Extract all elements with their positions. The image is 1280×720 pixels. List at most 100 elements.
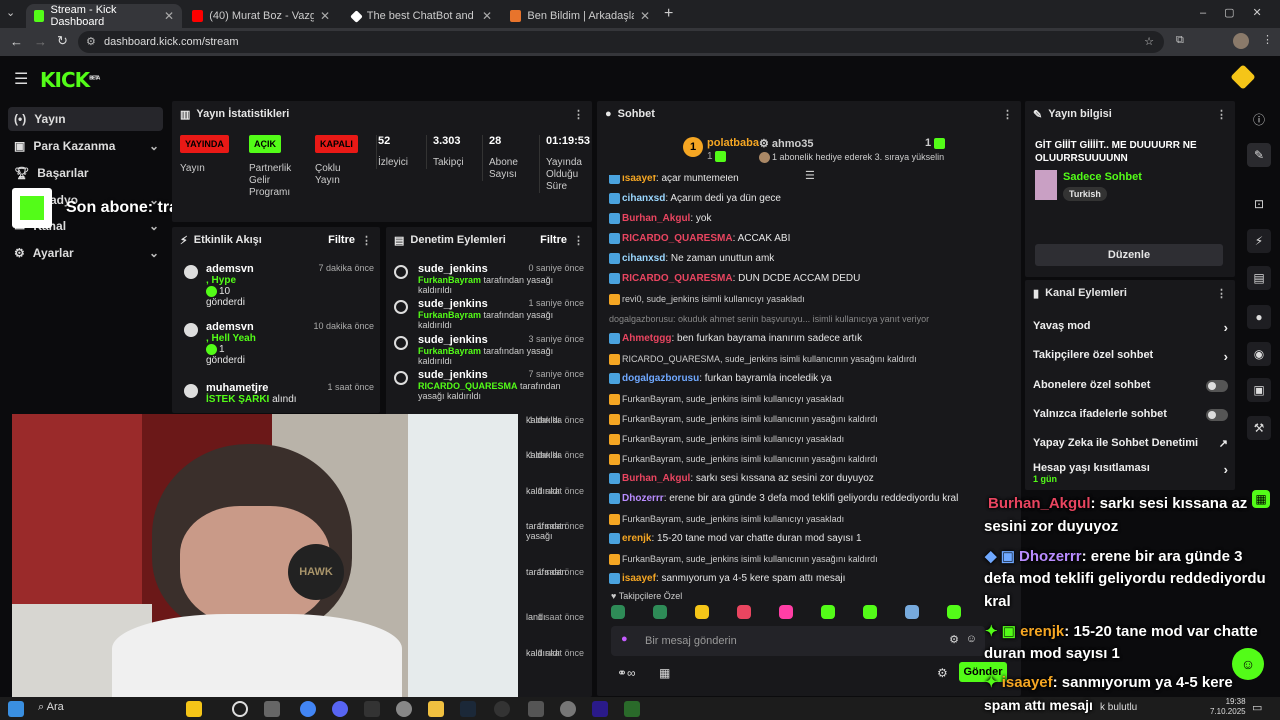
chat-username[interactable]: Dhozerrr (622, 493, 664, 504)
lightning-icon[interactable]: ⚡︎ (1247, 229, 1271, 253)
tab-chatbot[interactable]: The best ChatBot and Widgets ✕ (344, 4, 500, 28)
ai-moderation-option[interactable]: Yapay Zeka ile Sohbet Denetimi ↗ (1033, 437, 1228, 450)
store-icon[interactable]: ▦ (659, 666, 670, 680)
tab-search-icon[interactable]: ⌄ (6, 6, 15, 19)
modlog-filter-button[interactable]: Filtre (540, 234, 567, 246)
emote-icon[interactable] (863, 605, 877, 619)
slow-mode-option[interactable]: Yavaş mod › (1033, 320, 1228, 335)
mod-action-message[interactable]: FurkanBayram, sude_jenkins isimli kullan… (609, 391, 1009, 407)
sidebar-item-ayarlar[interactable]: ⚙ Ayarlar ⌄ (8, 241, 163, 265)
obs-icon[interactable] (396, 701, 412, 717)
close-tab-icon[interactable]: ✕ (640, 9, 650, 23)
url-input[interactable]: ⚙ dashboard.kick.com/stream ☆ (78, 31, 1164, 53)
chat-username[interactable]: isaayef (622, 175, 656, 184)
hamburger-menu-icon[interactable]: ☰ (14, 69, 28, 89)
document-icon[interactable]: ▤ (1247, 266, 1271, 290)
notification-icon[interactable]: ▭ (1252, 701, 1262, 714)
site-info-icon[interactable]: ⚙ (86, 31, 96, 53)
subscribers-only-option[interactable]: Abonelere özel sohbet (1033, 379, 1228, 392)
calculator-icon[interactable] (528, 701, 544, 717)
activity-filter-button[interactable]: Filtre (328, 234, 355, 246)
sidebar-item-basarilar[interactable]: 🏆︎ Başarılar (8, 161, 163, 185)
followers-only-option[interactable]: Takipçilere özel sohbet › (1033, 349, 1228, 364)
clock[interactable]: 19:38 7.10.2025 (1210, 697, 1246, 717)
info-icon[interactable]: ⓘ (1247, 107, 1271, 131)
layout-icon[interactable]: ▣ (1247, 378, 1271, 402)
help-chat-icon[interactable]: ☺ (1232, 648, 1264, 680)
language-tag[interactable]: Turkish (1063, 187, 1107, 201)
mod-action-message[interactable]: FurkanBayram, sude_jenkins isimli kullan… (609, 451, 1009, 467)
chat-message[interactable]: Burhan_Akgul: yok (609, 211, 1009, 227)
chrome-icon[interactable] (300, 701, 316, 717)
reply-context[interactable]: dogalgazborusu: okuduk ahmet senin başvu… (609, 311, 1009, 327)
windows-start-icon[interactable] (8, 701, 24, 717)
chat-message[interactable]: isaayef: sanmıyorum ya 4-5 kere spam att… (609, 571, 1009, 587)
menu-dots-icon[interactable]: ⋮ (1002, 108, 1013, 121)
widgets-icon[interactable] (186, 701, 202, 717)
chat-username[interactable]: cihanxsd (622, 193, 665, 204)
emoji-icon[interactable]: ☺ (966, 633, 977, 645)
app2-icon[interactable] (560, 701, 576, 717)
category-link[interactable]: Sadece Sohbet (1063, 171, 1142, 183)
emote-icon[interactable] (905, 605, 919, 619)
chat-username[interactable]: Ahmetggg (622, 333, 671, 344)
subscribers-toggle[interactable] (1206, 380, 1228, 392)
tab-youtube[interactable]: (40) Murat Boz - Vazgeçme ✕ (184, 4, 338, 28)
app3-icon[interactable] (624, 701, 640, 717)
mod-action-message[interactable]: FurkanBayram, sude_jenkins isimli kullan… (609, 411, 1009, 427)
task-view-icon[interactable] (264, 701, 280, 717)
menu-dots-icon[interactable]: ⋮ (361, 234, 372, 247)
chat-message[interactable]: Burhan_Akgul: sarkı sesi kıssana az sesi… (609, 471, 1009, 487)
pencil-icon[interactable]: ✎ (1247, 143, 1271, 167)
chat-username[interactable]: isaayef (622, 573, 656, 584)
chat-message[interactable]: cihanxsd: Açarım dedi ya dün gece (609, 191, 1009, 207)
mod-action-message[interactable]: FurkanBayram, sude_jenkins isimli kullan… (609, 431, 1009, 447)
chat-icon[interactable]: ● (1247, 305, 1271, 329)
close-tab-icon[interactable]: ✕ (164, 9, 174, 23)
bookmark-star-icon[interactable]: ☆ (1144, 31, 1154, 53)
cortana-icon[interactable] (232, 701, 248, 717)
menu-dots-icon[interactable]: ⋮ (573, 234, 584, 247)
steam-icon[interactable] (460, 701, 476, 717)
edit-button[interactable]: Düzenle (1035, 244, 1223, 266)
chat-message[interactable]: RICARDO_QUARESMA: ACCAK ABI (609, 231, 1009, 247)
top-gifter-name[interactable]: polatbaba (707, 137, 759, 149)
chat-message[interactable]: RICARDO_QUARESMA: DUN DCDE ACCAM DEDU (609, 271, 1009, 287)
menu-dots-icon[interactable]: ⋮ (1216, 287, 1227, 300)
taskbar-search[interactable]: ⌕ Ara (38, 701, 64, 714)
menu-dots-icon[interactable]: ⋮ (1216, 108, 1227, 121)
chat-username[interactable]: cihanxsd (622, 253, 665, 264)
emote-icon[interactable] (947, 605, 961, 619)
emote-icon[interactable] (779, 605, 793, 619)
forward-icon[interactable]: → (34, 34, 47, 49)
mic-icon[interactable]: ● (621, 633, 628, 645)
tab-kick-dashboard[interactable]: Stream - Kick Dashboard ✕ (26, 4, 182, 28)
chat-message[interactable]: cihanxsd: Ne zaman unuttun amk (609, 251, 1009, 267)
emote-icon[interactable] (695, 605, 709, 619)
chat-username[interactable]: Burhan_Akgul (622, 213, 690, 224)
emote-icon[interactable] (821, 605, 835, 619)
epic-icon[interactable] (364, 701, 380, 717)
chat-message[interactable]: Dhozerrr: erene bir ara günde 3 defa mod… (609, 491, 1009, 507)
mod-action-message[interactable]: FurkanBayram, sude_jenkins isimli kullan… (609, 511, 1009, 527)
new-tab-icon[interactable]: + (664, 5, 673, 23)
emotes-only-option[interactable]: Yalnızca ifadelerle sohbet (1033, 408, 1228, 421)
chat-settings-icon[interactable]: ⚙ (937, 666, 948, 680)
clip-icon[interactable]: ▦ (1252, 490, 1270, 508)
chat-username[interactable]: Burhan_Akgul (622, 473, 690, 484)
profile-avatar[interactable] (1233, 33, 1249, 49)
sidebar-item-para-kazanma[interactable]: ▣ Para Kazanma ⌄ (8, 134, 163, 158)
notification-badge-icon[interactable] (1230, 64, 1256, 90)
chat-username[interactable]: RICARDO_QUARESMA (622, 273, 733, 284)
chat-username[interactable]: erenjk (622, 533, 651, 544)
extensions-icon[interactable]: ⧉ (1176, 34, 1184, 47)
close-tab-icon[interactable]: ✕ (482, 9, 492, 23)
chat-message[interactable]: dogalgazborusu: furkan bayramla inceledi… (609, 371, 1009, 387)
tab-ben-bildim[interactable]: Ben Bildim | Arkadaşlarınla Onl ✕ (502, 4, 658, 28)
reload-icon[interactable]: ↻ (57, 33, 68, 49)
emote-icon[interactable] (653, 605, 667, 619)
kick-logo[interactable]: KICKBETA (40, 68, 100, 92)
mod-action-message[interactable]: RICARDO_QUARESMA, sude_jenkins isimli ku… (609, 351, 1009, 367)
points-icon[interactable]: ⚭∞ (617, 666, 636, 680)
emotes-toggle[interactable] (1206, 409, 1228, 421)
